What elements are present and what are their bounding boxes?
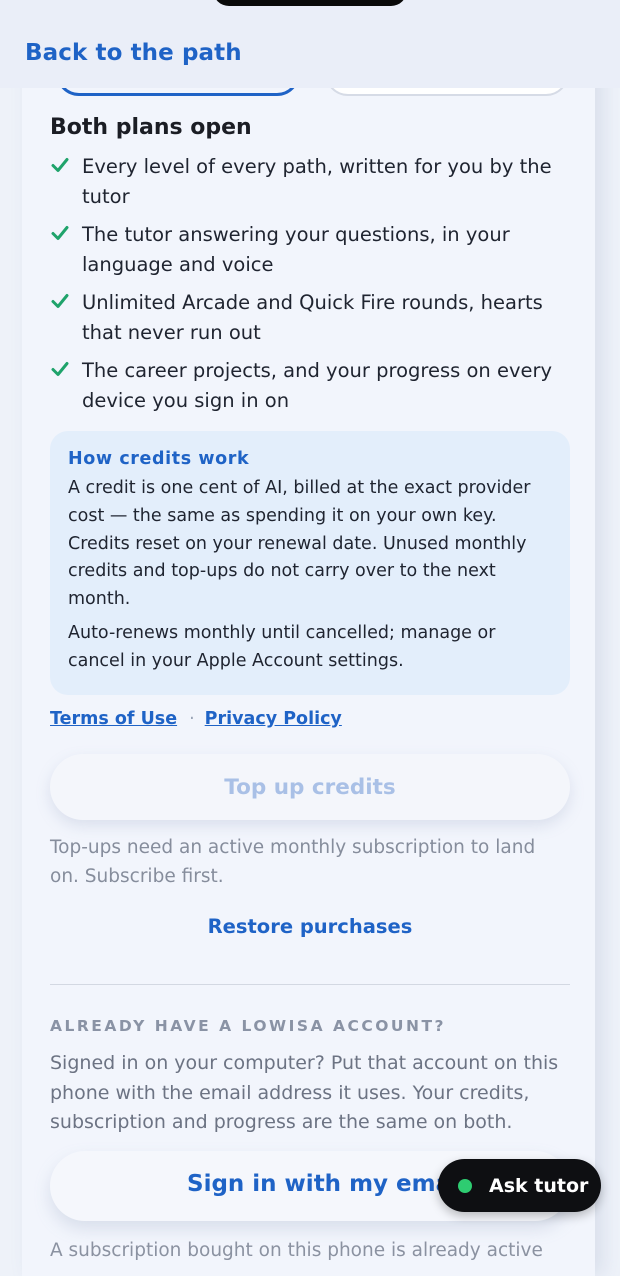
feature-text: The tutor answering your questions, in y…: [82, 223, 510, 276]
ask-tutor-label: Ask tutor: [489, 1174, 589, 1197]
legal-links: Terms of Use · Privacy Policy: [50, 709, 342, 729]
feature-list: Every level of every path, written for y…: [50, 152, 560, 424]
online-status-dot-icon: [458, 1178, 472, 1193]
divider: [50, 984, 570, 985]
credits-info-title: How credits work: [68, 449, 250, 469]
credits-info-paragraph: Auto-renews monthly until cancelled; man…: [68, 622, 496, 671]
feature-item: The career projects, and your progress o…: [50, 356, 560, 415]
checkmark-icon: [50, 155, 70, 175]
feature-text: Unlimited Arcade and Quick Fire rounds, …: [82, 291, 543, 344]
sign-in-button-label: Sign in with my email: [187, 1171, 467, 1197]
credits-info-paragraph: A credit is one cent of AI, billed at th…: [68, 478, 531, 610]
restore-purchases-button[interactable]: Restore purchases: [0, 915, 620, 938]
feature-text: Every level of every path, written for y…: [82, 155, 552, 208]
top-bar: Back to the path: [0, 0, 620, 88]
link-separator: ·: [189, 709, 195, 729]
checkmark-icon: [50, 223, 70, 243]
terms-of-use-link[interactable]: Terms of Use: [50, 709, 177, 729]
top-up-note: Top-ups need an active monthly subscript…: [50, 837, 536, 887]
subscription-note: A subscription bought on this phone is a…: [50, 1240, 543, 1261]
top-up-credits-button[interactable]: Top up credits: [50, 754, 570, 820]
feature-item: The tutor answering your questions, in y…: [50, 220, 560, 279]
feature-item: Every level of every path, written for y…: [50, 152, 560, 211]
back-to-path-link[interactable]: Back to the path: [25, 40, 242, 66]
account-heading: ALREADY HAVE A LOWISA ACCOUNT?: [50, 1017, 447, 1035]
privacy-policy-link[interactable]: Privacy Policy: [205, 709, 342, 729]
ask-tutor-button[interactable]: Ask tutor: [438, 1159, 601, 1212]
checkmark-icon: [50, 359, 70, 379]
feature-text: The career projects, and your progress o…: [82, 359, 553, 412]
feature-item: Unlimited Arcade and Quick Fire rounds, …: [50, 288, 560, 347]
checkmark-icon: [50, 291, 70, 311]
plans-title: Both plans open: [50, 115, 252, 140]
device-notch: [213, 0, 407, 6]
credits-info-card: How credits work A credit is one cent of…: [50, 431, 570, 695]
account-description: Signed in on your computer? Put that acc…: [50, 1052, 559, 1133]
